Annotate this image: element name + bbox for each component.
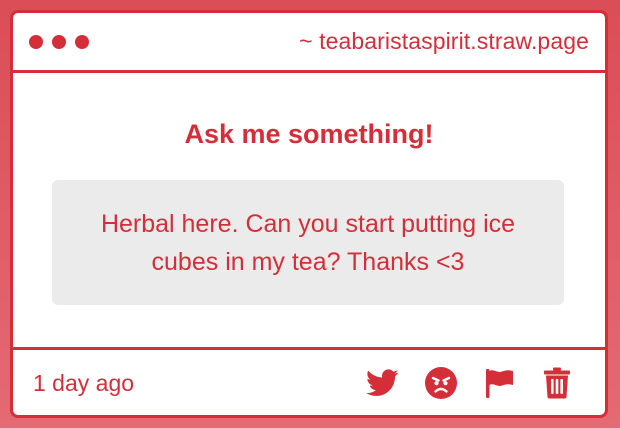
question-card: Ask me something! Herbal here. Can you s…: [13, 73, 605, 344]
twitter-icon: [366, 368, 399, 396]
flag-icon: [485, 368, 513, 398]
title-bar: ~ teabaristaspirit.straw.page: [13, 13, 605, 73]
report-button[interactable]: [482, 366, 515, 399]
window-dot-2[interactable]: [52, 35, 66, 49]
mark-angry-button[interactable]: [424, 366, 457, 399]
window-dot-3[interactable]: [75, 35, 89, 49]
browser-window: ~ teabaristaspirit.straw.page Ask me som…: [10, 10, 608, 418]
delete-button[interactable]: [540, 366, 573, 399]
card-footer: 1 day ago: [13, 347, 605, 415]
window-controls: [29, 35, 89, 49]
message-text: Herbal here. Can you start putting ice c…: [100, 209, 516, 276]
window-dot-1[interactable]: [29, 35, 43, 49]
angry-face-icon: [424, 366, 457, 399]
action-bar: [366, 366, 573, 399]
trash-icon: [543, 367, 570, 398]
message-box: Herbal here. Can you start putting ice c…: [52, 180, 564, 305]
page-title: Ask me something!: [184, 119, 434, 149]
share-twitter-button[interactable]: [366, 366, 399, 399]
page-url[interactable]: ~ teabaristaspirit.straw.page: [299, 28, 589, 55]
timestamp: 1 day ago: [33, 370, 135, 396]
